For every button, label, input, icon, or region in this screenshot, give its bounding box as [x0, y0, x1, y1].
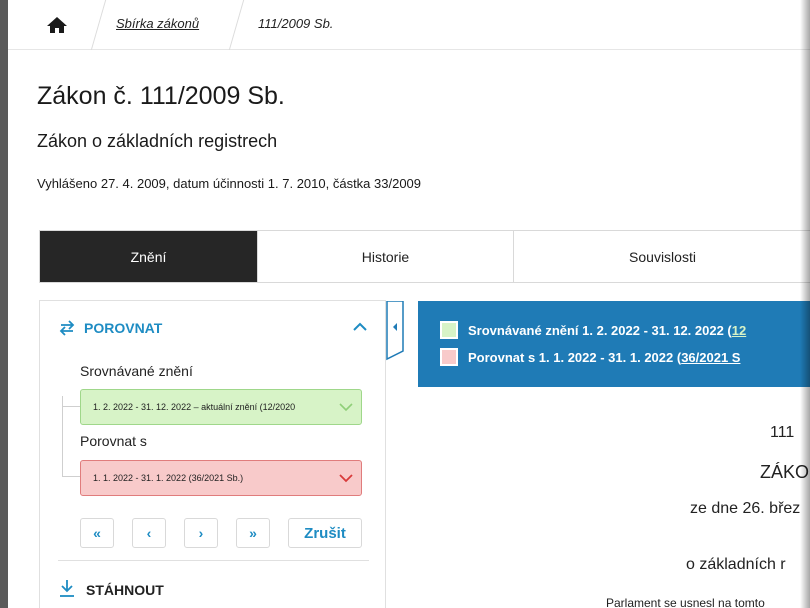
- page: Sbírka zákonů 111/2009 Sb. Zákon č. 111/…: [8, 0, 810, 608]
- compare-with-value: 1. 1. 2022 - 31. 1. 2022 (36/2021 Sb.): [93, 473, 244, 483]
- legend-red-swatch: [440, 348, 458, 366]
- compare-with-select[interactable]: 1. 1. 2022 - 31. 1. 2022 (36/2021 Sb.): [80, 460, 362, 496]
- page-subtitle: Zákon o základních registrech: [37, 131, 278, 151]
- divider: [58, 560, 369, 561]
- compare-heading: POROVNAT: [84, 320, 163, 336]
- tab-souvislosti[interactable]: Souvislosti: [514, 231, 810, 282]
- document-subject: o základních r: [686, 556, 786, 573]
- document-intro: Parlament se usnesl na tomto: [606, 596, 765, 608]
- legend-compared-text: Srovnávané znění 1. 2. 2022 - 31. 12. 20…: [468, 322, 732, 338]
- swap-arrows-icon: [58, 319, 76, 337]
- legend-compared-row: Srovnávané znění 1. 2. 2022 - 31. 12. 20…: [440, 321, 746, 339]
- breadcrumb-separator: [90, 0, 107, 50]
- compared-version-label: Srovnávané znění: [80, 363, 193, 379]
- compared-version-select[interactable]: 1. 2. 2022 - 31. 12. 2022 – aktuální zně…: [80, 389, 362, 425]
- tab-zneni[interactable]: Znění: [40, 231, 258, 282]
- next-version-button[interactable]: ›: [184, 518, 218, 548]
- chevron-down-icon: [339, 400, 353, 414]
- compare-toggle[interactable]: POROVNAT: [58, 319, 162, 337]
- legend-with-link[interactable]: 36/2021 S: [681, 350, 740, 365]
- compare-legend: Srovnávané znění 1. 2. 2022 - 31. 12. 20…: [418, 301, 810, 387]
- last-version-button[interactable]: »: [236, 518, 270, 548]
- cancel-compare-button[interactable]: Zrušit: [288, 518, 362, 548]
- page-edge-shadow: [800, 0, 810, 608]
- legend-compared-link[interactable]: 12: [732, 323, 746, 338]
- document-date: ze dne 26. břez: [690, 500, 801, 517]
- connector-line: [62, 396, 63, 476]
- legend-green-swatch: [440, 321, 458, 339]
- download-button[interactable]: STÁHNOUT: [58, 578, 164, 601]
- breadcrumb: Sbírka zákonů 111/2009 Sb.: [8, 0, 810, 50]
- compare-with-label: Porovnat s: [80, 433, 147, 449]
- chevron-up-icon[interactable]: [352, 320, 368, 334]
- download-label: STÁHNOUT: [86, 581, 164, 598]
- page-title: Zákon č. 111/2009 Sb.: [37, 82, 285, 110]
- previous-version-button[interactable]: ‹: [132, 518, 166, 548]
- connector-line: [62, 476, 80, 477]
- collapse-panel-handle[interactable]: [386, 300, 404, 361]
- tab-historie[interactable]: Historie: [258, 231, 514, 282]
- breadcrumb-separator: [228, 0, 245, 50]
- breadcrumb-link-sbirka[interactable]: Sbírka zákonů: [116, 16, 199, 31]
- connector-line: [62, 406, 80, 407]
- chevron-down-icon: [339, 471, 353, 485]
- compared-version-value: 1. 2. 2022 - 31. 12. 2022 – aktuální zně…: [93, 402, 296, 412]
- download-icon: [58, 578, 76, 601]
- document-number: 111: [770, 424, 795, 441]
- publication-info: Vyhlášeno 27. 4. 2009, datum účinnosti 1…: [37, 176, 422, 191]
- breadcrumb-current: 111/2009 Sb.: [258, 16, 334, 31]
- tab-bar: Znění Historie Souvislosti: [39, 230, 810, 283]
- first-version-button[interactable]: «: [80, 518, 114, 548]
- home-icon[interactable]: [44, 13, 70, 37]
- legend-with-row: Porovnat s 1. 1. 2022 - 31. 1. 2022 (36/…: [440, 348, 740, 366]
- legend-with-text: Porovnat s 1. 1. 2022 - 31. 1. 2022 (: [468, 349, 682, 365]
- compare-panel: POROVNAT Srovnávané znění 1. 2. 2022 - 3…: [39, 300, 386, 608]
